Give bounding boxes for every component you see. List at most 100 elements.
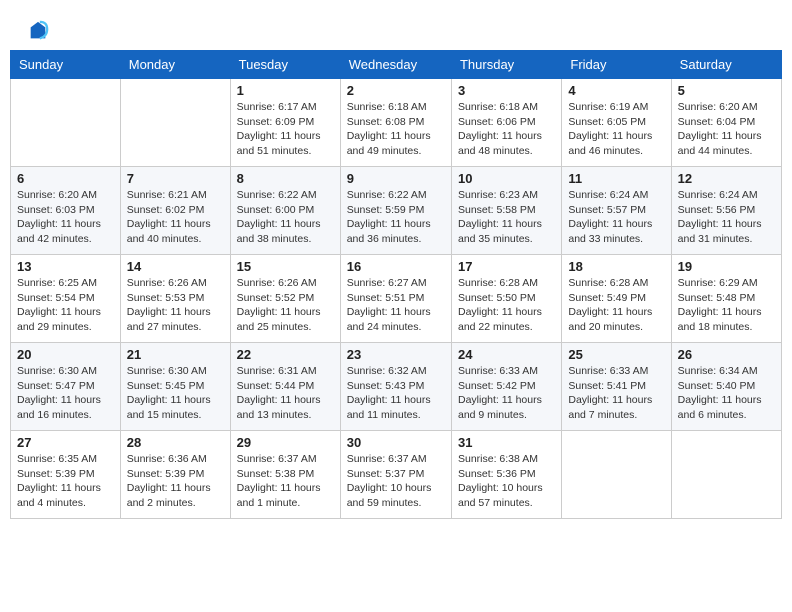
calendar-cell: 9 Sunrise: 6:22 AMSunset: 5:59 PMDaylight… [340,167,451,255]
day-number: 22 [237,347,334,362]
calendar-cell: 10 Sunrise: 6:23 AMSunset: 5:58 PMDayligh… [451,167,561,255]
calendar-cell: 3 Sunrise: 6:18 AMSunset: 6:06 PMDaylight… [451,79,561,167]
calendar-cell: 23 Sunrise: 6:32 AMSunset: 5:43 PMDayligh… [340,343,451,431]
calendar-cell: 16 Sunrise: 6:27 AMSunset: 5:51 PMDayligh… [340,255,451,343]
day-number: 31 [458,435,555,450]
day-number: 24 [458,347,555,362]
calendar-cell: 31 Sunrise: 6:38 AMSunset: 5:36 PMDayligh… [451,431,561,519]
day-info: Sunrise: 6:24 AMSunset: 5:57 PMDaylight:… [568,188,664,247]
calendar-cell [671,431,781,519]
calendar-cell [120,79,230,167]
day-number: 4 [568,83,664,98]
calendar-cell: 25Sunrise: 6:33 AMSunset: 5:41 PMDayligh… [562,343,671,431]
calendar-cell: 26 Sunrise: 6:34 AMSunset: 5:40 PMDayligh… [671,343,781,431]
weekday-header-wednesday: Wednesday [340,51,451,79]
logo-text [25,20,49,42]
day-number: 13 [17,259,114,274]
day-number: 7 [127,171,224,186]
logo [25,20,49,40]
day-number: 23 [347,347,445,362]
calendar-cell: 14Sunrise: 6:26 AMSunset: 5:53 PMDayligh… [120,255,230,343]
calendar-cell: 17 Sunrise: 6:28 AMSunset: 5:50 PMDayligh… [451,255,561,343]
day-number: 30 [347,435,445,450]
calendar-week-row: 27Sunrise: 6:35 AMSunset: 5:39 PMDayligh… [11,431,782,519]
day-info: Sunrise: 6:18 AMSunset: 6:08 PMDaylight:… [347,100,445,159]
calendar-week-row: 1Sunrise: 6:17 AMSunset: 6:09 PMDaylight… [11,79,782,167]
calendar-week-row: 6 Sunrise: 6:20 AMSunset: 6:03 PMDaylight… [11,167,782,255]
weekday-header-sunday: Sunday [11,51,121,79]
calendar-cell: 27Sunrise: 6:35 AMSunset: 5:39 PMDayligh… [11,431,121,519]
day-number: 27 [17,435,114,450]
day-number: 20 [17,347,114,362]
day-info: Sunrise: 6:25 AMSunset: 5:54 PMDaylight:… [17,276,114,335]
calendar-cell: 11Sunrise: 6:24 AMSunset: 5:57 PMDayligh… [562,167,671,255]
day-number: 19 [678,259,775,274]
day-info: Sunrise: 6:22 AMSunset: 6:00 PMDaylight:… [237,188,334,247]
day-info: Sunrise: 6:33 AMSunset: 5:42 PMDaylight:… [458,364,555,423]
day-info: Sunrise: 6:24 AMSunset: 5:56 PMDaylight:… [678,188,775,247]
day-info: Sunrise: 6:26 AMSunset: 5:53 PMDaylight:… [127,276,224,335]
day-number: 16 [347,259,445,274]
day-number: 18 [568,259,664,274]
calendar-cell: 2 Sunrise: 6:18 AMSunset: 6:08 PMDaylight… [340,79,451,167]
day-info: Sunrise: 6:27 AMSunset: 5:51 PMDaylight:… [347,276,445,335]
calendar-cell: 18 Sunrise: 6:28 AMSunset: 5:49 PMDayligh… [562,255,671,343]
day-info: Sunrise: 6:19 AMSunset: 6:05 PMDaylight:… [568,100,664,159]
day-number: 29 [237,435,334,450]
day-info: Sunrise: 6:30 AMSunset: 5:45 PMDaylight:… [127,364,224,423]
day-number: 10 [458,171,555,186]
day-number: 6 [17,171,114,186]
day-info: Sunrise: 6:31 AMSunset: 5:44 PMDaylight:… [237,364,334,423]
day-number: 17 [458,259,555,274]
weekday-header-tuesday: Tuesday [230,51,340,79]
calendar-header-row: SundayMondayTuesdayWednesdayThursdayFrid… [11,51,782,79]
day-info: Sunrise: 6:37 AMSunset: 5:37 PMDaylight:… [347,452,445,511]
weekday-header-friday: Friday [562,51,671,79]
calendar-cell: 15Sunrise: 6:26 AMSunset: 5:52 PMDayligh… [230,255,340,343]
day-info: Sunrise: 6:23 AMSunset: 5:58 PMDaylight:… [458,188,555,247]
day-number: 5 [678,83,775,98]
day-info: Sunrise: 6:26 AMSunset: 5:52 PMDaylight:… [237,276,334,335]
day-info: Sunrise: 6:20 AMSunset: 6:03 PMDaylight:… [17,188,114,247]
day-number: 26 [678,347,775,362]
day-info: Sunrise: 6:34 AMSunset: 5:40 PMDaylight:… [678,364,775,423]
day-number: 9 [347,171,445,186]
calendar-cell: 20 Sunrise: 6:30 AMSunset: 5:47 PMDayligh… [11,343,121,431]
day-info: Sunrise: 6:37 AMSunset: 5:38 PMDaylight:… [237,452,334,511]
day-number: 3 [458,83,555,98]
day-info: Sunrise: 6:38 AMSunset: 5:36 PMDaylight:… [458,452,555,511]
day-info: Sunrise: 6:21 AMSunset: 6:02 PMDaylight:… [127,188,224,247]
calendar-cell: 22 Sunrise: 6:31 AMSunset: 5:44 PMDayligh… [230,343,340,431]
day-number: 25 [568,347,664,362]
calendar-cell: 13 Sunrise: 6:25 AMSunset: 5:54 PMDayligh… [11,255,121,343]
day-info: Sunrise: 6:28 AMSunset: 5:49 PMDaylight:… [568,276,664,335]
day-info: Sunrise: 6:36 AMSunset: 5:39 PMDaylight:… [127,452,224,511]
day-info: Sunrise: 6:29 AMSunset: 5:48 PMDaylight:… [678,276,775,335]
calendar-cell [11,79,121,167]
calendar-cell: 12 Sunrise: 6:24 AMSunset: 5:56 PMDayligh… [671,167,781,255]
calendar-cell: 7 Sunrise: 6:21 AMSunset: 6:02 PMDaylight… [120,167,230,255]
day-number: 2 [347,83,445,98]
calendar-cell: 29 Sunrise: 6:37 AMSunset: 5:38 PMDayligh… [230,431,340,519]
calendar-cell: 21 Sunrise: 6:30 AMSunset: 5:45 PMDayligh… [120,343,230,431]
calendar-cell: 8 Sunrise: 6:22 AMSunset: 6:00 PMDaylight… [230,167,340,255]
day-number: 8 [237,171,334,186]
day-number: 1 [237,83,334,98]
day-info: Sunrise: 6:30 AMSunset: 5:47 PMDaylight:… [17,364,114,423]
day-info: Sunrise: 6:32 AMSunset: 5:43 PMDaylight:… [347,364,445,423]
calendar-cell: 4 Sunrise: 6:19 AMSunset: 6:05 PMDaylight… [562,79,671,167]
calendar-cell: 30 Sunrise: 6:37 AMSunset: 5:37 PMDayligh… [340,431,451,519]
day-number: 21 [127,347,224,362]
calendar-cell: 19 Sunrise: 6:29 AMSunset: 5:48 PMDayligh… [671,255,781,343]
day-info: Sunrise: 6:28 AMSunset: 5:50 PMDaylight:… [458,276,555,335]
page-header [10,10,782,45]
day-info: Sunrise: 6:22 AMSunset: 5:59 PMDaylight:… [347,188,445,247]
day-info: Sunrise: 6:18 AMSunset: 6:06 PMDaylight:… [458,100,555,159]
weekday-header-saturday: Saturday [671,51,781,79]
weekday-header-thursday: Thursday [451,51,561,79]
calendar-cell [562,431,671,519]
day-number: 12 [678,171,775,186]
calendar-cell: 6 Sunrise: 6:20 AMSunset: 6:03 PMDaylight… [11,167,121,255]
calendar-cell: 1Sunrise: 6:17 AMSunset: 6:09 PMDaylight… [230,79,340,167]
calendar-cell: 28Sunrise: 6:36 AMSunset: 5:39 PMDayligh… [120,431,230,519]
